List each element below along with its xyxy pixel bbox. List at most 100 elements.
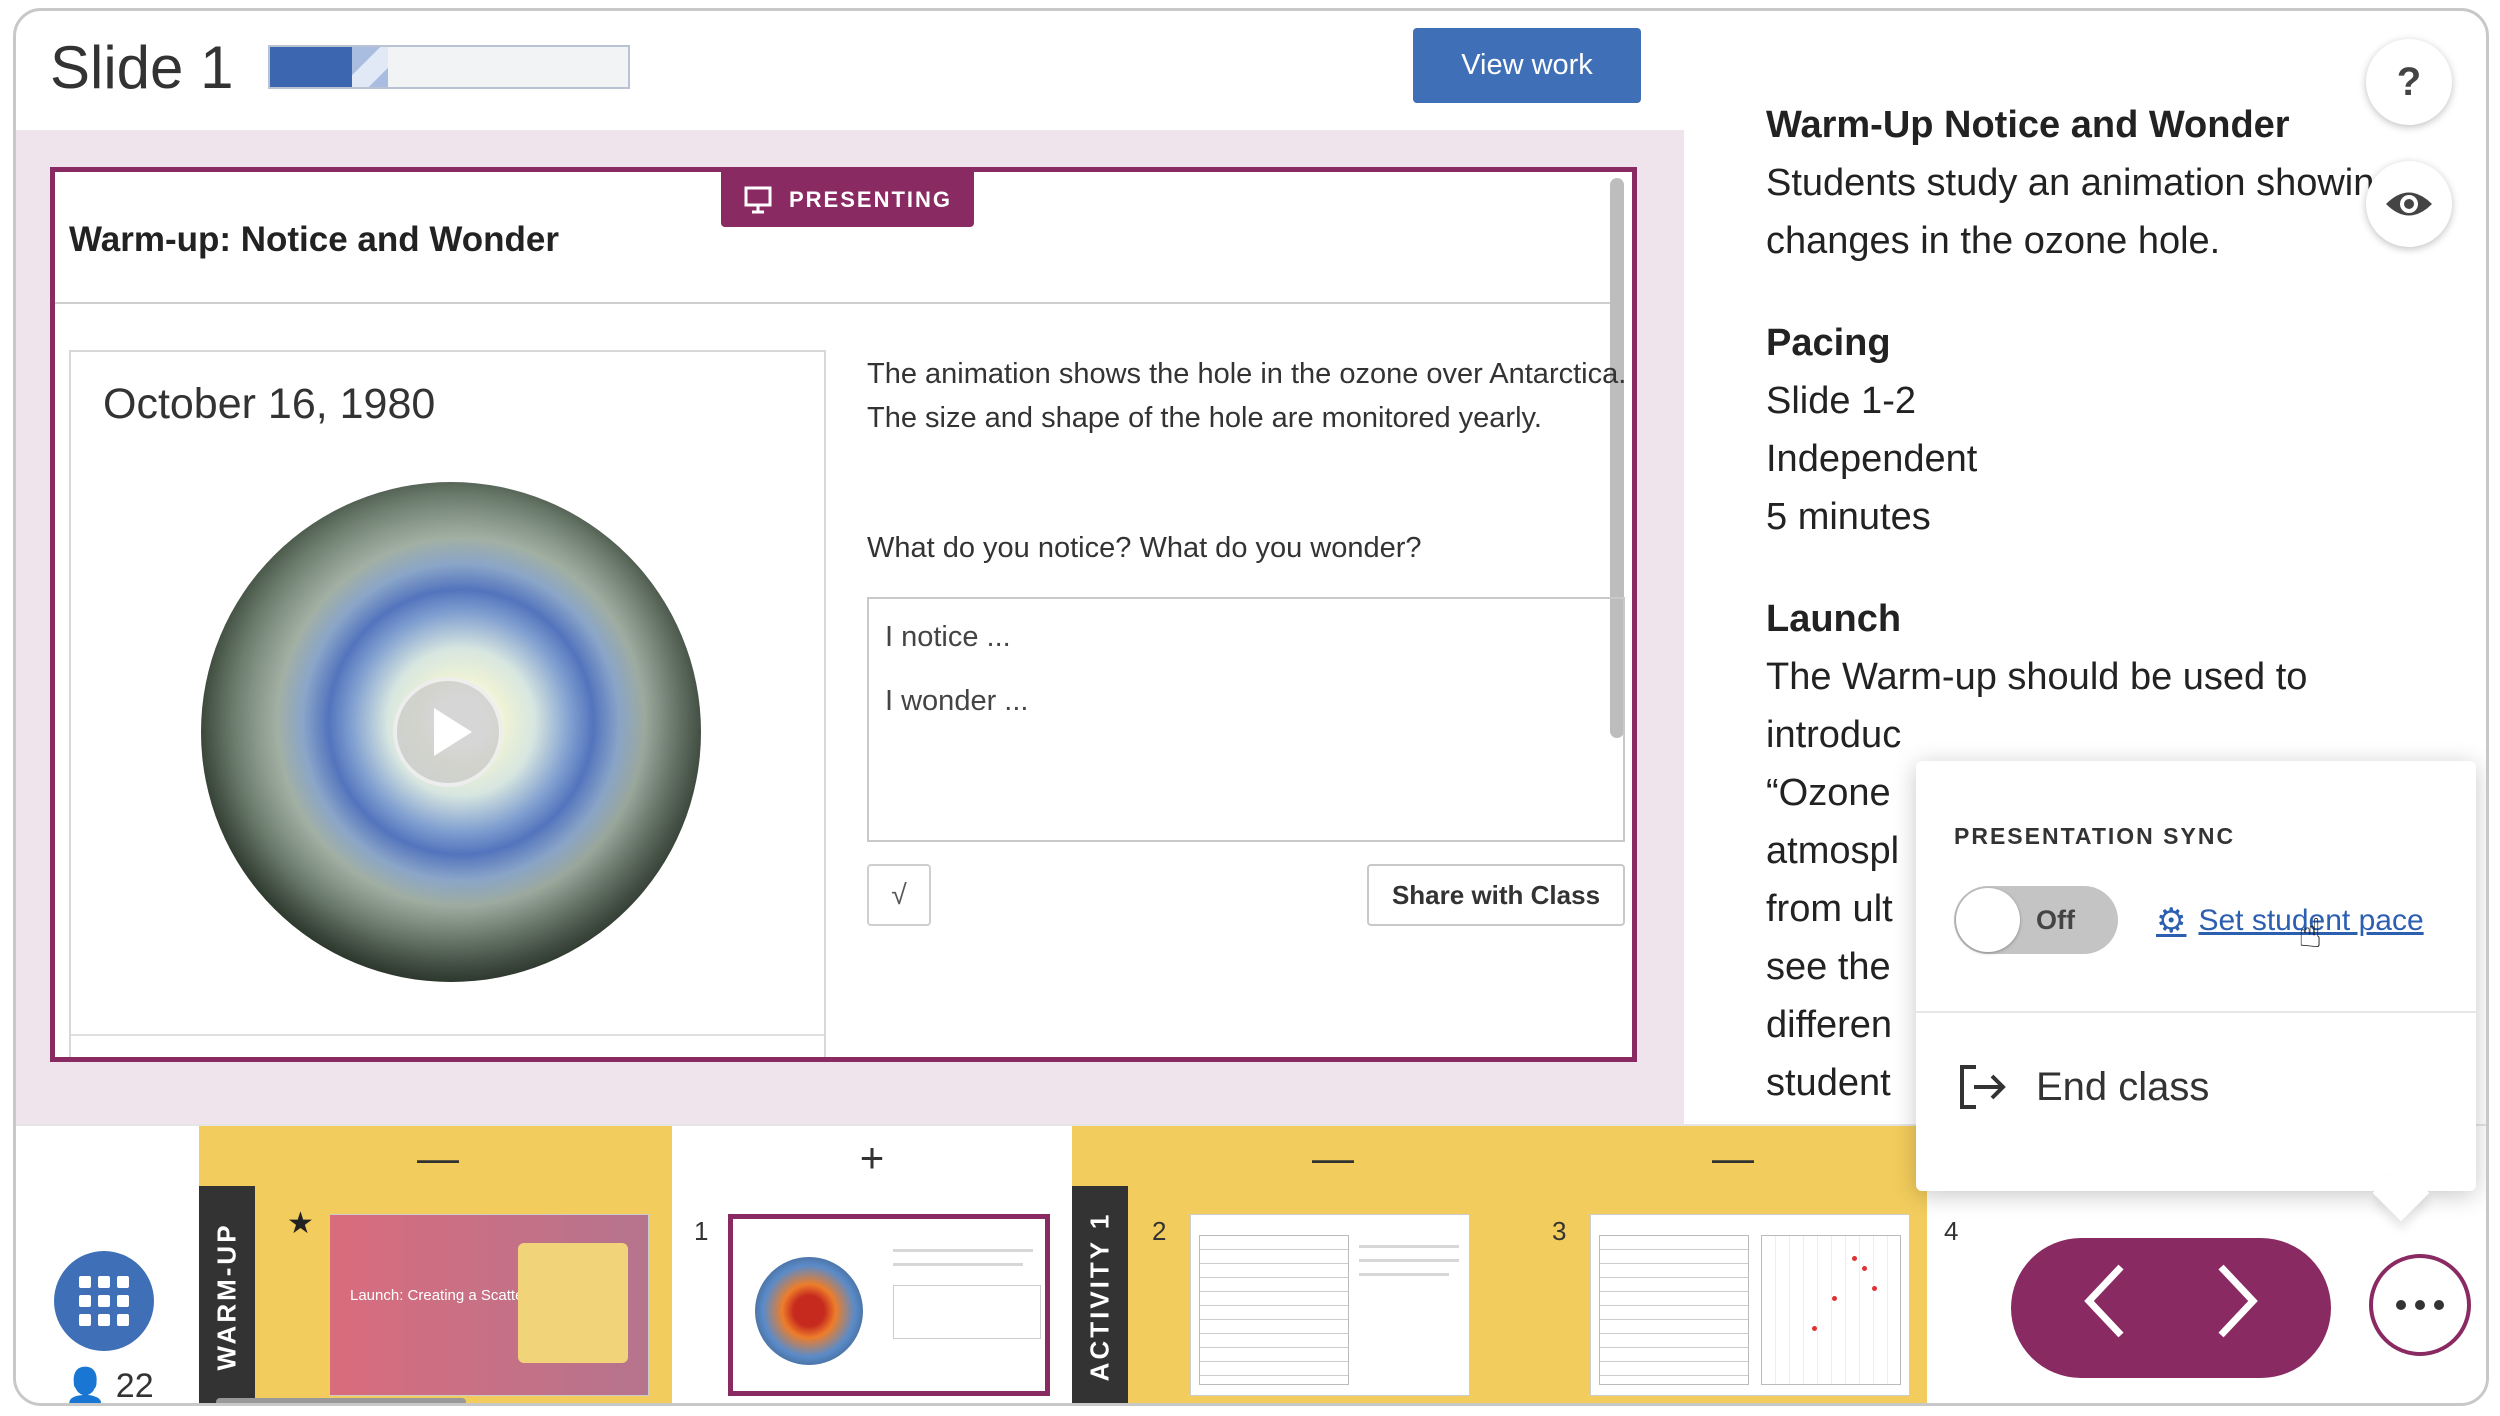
sync-toggle[interactable]: Off [1954,886,2118,954]
warmup-label-text: WARM-UP [211,1221,242,1371]
dot [2396,1300,2406,1310]
expand-button[interactable]: + [852,1134,892,1182]
notes-pacing-heading: Pacing [1766,322,1891,364]
slide-thumbnail-1[interactable] [728,1214,1050,1396]
grid-dot [117,1276,129,1288]
presentation-sync-popover: PRESENTATION SYNC Off ⚙ Set student pace… [1916,761,2476,1191]
collapse-warmup-button[interactable]: — [417,1134,459,1182]
response-textarea[interactable]: I notice ... I wonder ... [867,597,1625,842]
notes-launch-heading: Launch [1766,598,1902,640]
ozone-thumb-image [755,1257,863,1365]
hand-cursor-icon: ☝ [2298,912,2323,956]
slide-card: PRESENTING Warm-up: Notice and Wonder Oc… [50,167,1637,1062]
eye-icon [2386,192,2432,216]
divider [55,302,1612,304]
math-input-button[interactable]: √ [867,864,931,926]
help-button[interactable]: ? [2366,39,2452,125]
play-button[interactable] [393,677,503,787]
grid-dot [79,1276,91,1288]
animation-player[interactable]: October 16, 1980 [69,350,826,1057]
view-work-button[interactable]: View work [1413,28,1641,103]
slide-stage: PRESENTING Warm-up: Notice and Wonder Oc… [16,130,1684,1124]
slide-number: 3 [1552,1216,1567,1246]
warmup-label: WARM-UP [199,1186,255,1403]
slide-navigation [2011,1238,2331,1378]
question-text: What do you notice? What do you wonder? [867,532,1422,564]
activity-label-text: ACTIVITY 1 [1084,1211,1115,1381]
slide-number: 4 [1944,1216,1959,1246]
play-icon [434,708,472,756]
launch-line: The Warm-up should be used to [1766,656,2308,698]
slide-title: Slide 1 [50,34,234,101]
toggle-label: Off [2036,905,2075,935]
presentation-icon [744,186,772,213]
collapse-activity-button[interactable]: — [1312,1134,1354,1182]
next-slide-button[interactable] [2211,1261,2261,1356]
person-icon: 👤 [64,1367,107,1405]
progress-bar [268,45,630,89]
launch-line: introduc [1766,714,1902,756]
help-icon: ? [2396,59,2422,104]
grid-dot [117,1295,129,1307]
grid-dot [117,1314,129,1326]
dot [2415,1300,2425,1310]
filmstrip-scrollbar[interactable] [216,1398,466,1403]
pacing-line: Slide 1-2 [1766,380,1916,422]
answer-thumb [893,1285,1041,1339]
slide-number: 2 [1152,1216,1167,1246]
progress-complete [270,47,353,87]
slide-heading: Warm-up: Notice and Wonder [69,220,559,259]
warmup-section: — WARM-UP ★ Launch: Creating a Scatter P… [199,1126,672,1403]
activity-section: — — ACTIVITY 1 2 3 [1072,1126,1927,1403]
prompt-text: The animation shows the hole in the ozon… [867,358,1627,434]
grid-dot [79,1295,91,1307]
text-line [1359,1273,1449,1276]
progress-in-progress [352,47,389,87]
student-count: 👤 22 [64,1366,154,1405]
chevron-right-icon [2218,1264,2258,1337]
slide-thumbnail-launch[interactable]: Launch: Creating a Scatter Plot [329,1214,649,1396]
data-table-thumb [1199,1235,1349,1385]
previous-slide-button[interactable] [2081,1261,2131,1356]
text-line [893,1263,1023,1266]
collapse-activity-button-2[interactable]: — [1712,1134,1754,1182]
gear-icon: ⚙ [2156,902,2187,940]
answer-line-wonder: I wonder ... [885,685,1029,717]
grid-dot [79,1314,91,1326]
star-icon: ★ [287,1207,314,1240]
player-controls-bar [71,1034,824,1036]
text-line [1359,1245,1459,1248]
student-count-value: 22 [115,1367,154,1405]
popover-heading: PRESENTATION SYNC [1954,823,2236,849]
pacing-line: Independent [1766,438,1978,480]
slide-number: 1 [694,1216,709,1246]
end-class-button[interactable]: End class [1956,1061,2209,1113]
more-options-button[interactable] [2369,1254,2471,1356]
slide-group-current: + 1 [672,1126,1072,1403]
share-with-class-button[interactable]: Share with Class [1367,864,1625,926]
chevron-left-icon [2084,1264,2124,1337]
preview-button[interactable] [2366,161,2452,247]
presenting-badge: PRESENTING [721,172,975,227]
apps-grid-button[interactable] [54,1251,154,1351]
text-line [893,1249,1033,1252]
divider [1916,1011,2476,1013]
end-class-label: End class [2036,1064,2210,1109]
animation-date: October 16, 1980 [103,380,436,428]
set-student-pace-link[interactable]: ⚙ Set student pace [2156,901,2424,941]
pacing-line: 5 minutes [1766,496,1931,538]
illustration [518,1243,628,1363]
dot [2434,1300,2444,1310]
toggle-knob [1956,888,2020,952]
exit-icon [1960,1065,2006,1109]
data-table-thumb [1599,1235,1749,1385]
activity-label: ACTIVITY 1 [1072,1186,1128,1403]
presenting-label: PRESENTING [789,186,953,212]
text-line [1359,1259,1459,1262]
slide-thumbnail-3[interactable] [1590,1214,1910,1396]
slide-thumbnail-2[interactable] [1190,1214,1470,1396]
scatter-plot-thumb [1761,1235,1901,1385]
grid-dot [98,1295,110,1307]
grid-dot [98,1276,110,1288]
app-window: Slide 1 View work PRESENTING Warm-up: No… [13,8,2489,1406]
